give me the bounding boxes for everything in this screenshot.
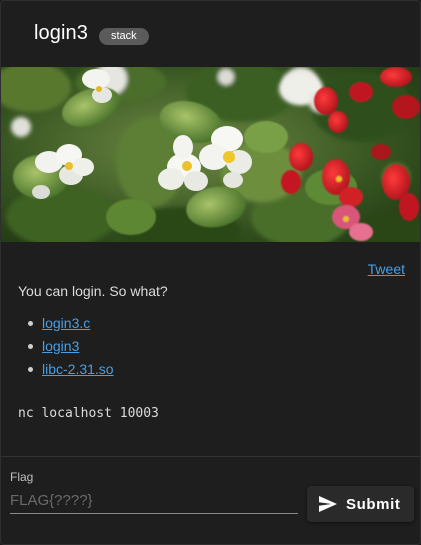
- list-item: login3: [28, 335, 114, 358]
- connection-command: nc localhost 10003: [18, 406, 159, 421]
- flag-input[interactable]: [10, 487, 298, 514]
- file-link-login3-c[interactable]: login3.c: [42, 315, 90, 331]
- challenge-title: login3: [34, 22, 88, 44]
- submit-label: Submit: [346, 496, 401, 513]
- file-link-login3[interactable]: login3: [42, 338, 79, 354]
- card-header: login3 stack: [1, 1, 420, 67]
- category-badge: stack: [99, 28, 149, 45]
- list-item: login3.c: [28, 312, 114, 335]
- divider: [1, 456, 420, 457]
- flag-label: Flag: [10, 470, 34, 484]
- submit-button[interactable]: Submit: [307, 486, 414, 522]
- list-item: libc-2.31.so: [28, 358, 114, 381]
- challenge-description: You can login. So what?: [18, 283, 168, 299]
- send-icon: [319, 496, 337, 516]
- file-link-libc[interactable]: libc-2.31.so: [42, 361, 114, 377]
- file-list: login3.c login3 libc-2.31.so: [18, 312, 114, 381]
- challenge-card: login3 stack Tweet You can login. So wha…: [0, 0, 421, 545]
- challenge-banner-image: [1, 67, 420, 242]
- tweet-link[interactable]: Tweet: [368, 261, 405, 277]
